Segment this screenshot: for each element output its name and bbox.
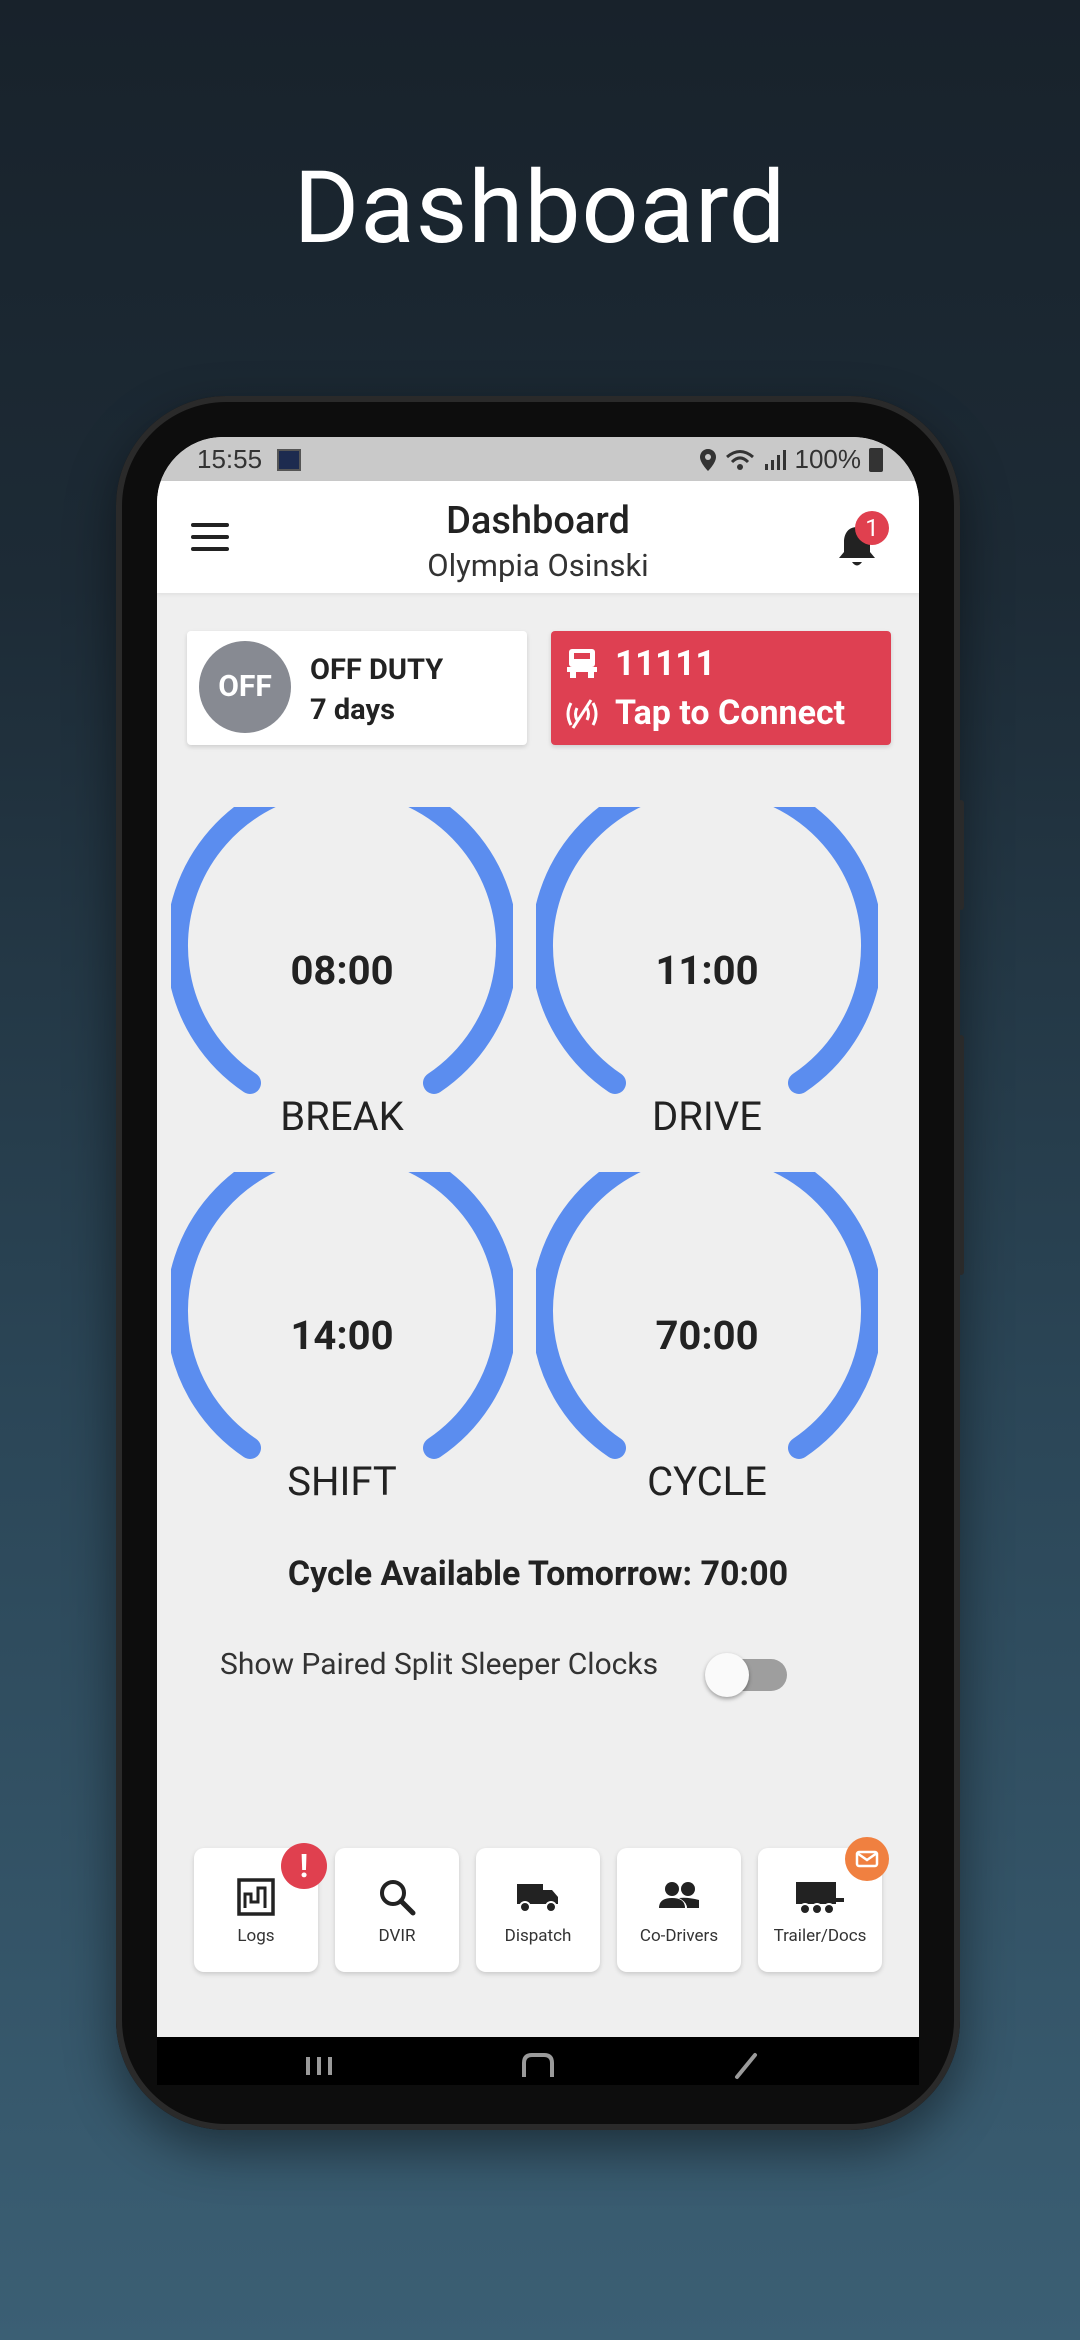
gauge-value: 11:00: [655, 947, 759, 994]
app-screen: 15:55 100% Dashboard Olympia Osinski 1 O…: [157, 437, 919, 2085]
driver-name: Olympia Osinski: [427, 547, 649, 584]
gauge-shift: 14:00 SHIFT: [171, 1172, 513, 1514]
gauge-break: 08:00 BREAK: [171, 807, 513, 1149]
duty-status-badge: OFF: [199, 641, 291, 733]
battery-icon: [869, 447, 883, 472]
recent-apps-icon[interactable]: [302, 2051, 338, 2081]
status-indicators: 100%: [699, 444, 883, 475]
logs-chart-icon: [237, 1878, 275, 1916]
split-sleeper-label: Show Paired Split Sleeper Clocks: [220, 1647, 659, 1682]
phone-power-button: [958, 800, 964, 910]
bluetooth-disconnected-icon: [566, 699, 598, 729]
signal-icon: [764, 449, 786, 470]
location-icon: [699, 448, 716, 471]
cycle-available-tomorrow: Cycle Available Tomorrow: 70:00: [287, 1554, 789, 1594]
gauge-cycle: 70:00 CYCLE: [536, 1172, 878, 1514]
gauge-value: 14:00: [290, 1312, 394, 1359]
gauge-label: SHIFT: [287, 1458, 397, 1505]
page-title: Dashboard: [446, 499, 630, 543]
mail-icon: [855, 1850, 879, 1868]
nav-label: Co-Drivers: [639, 1926, 719, 1946]
app-header: Dashboard Olympia Osinski 1: [157, 481, 919, 593]
status-time: 15:55: [197, 444, 263, 474]
app-notification-icon: [277, 449, 301, 471]
nav-label: Logs: [237, 1926, 275, 1946]
nav-dispatch[interactable]: Dispatch: [476, 1848, 600, 1972]
system-nav-bar: [157, 2037, 919, 2085]
nav-label: DVIR: [378, 1926, 416, 1946]
wifi-icon: [725, 449, 754, 470]
toggle-thumb: [705, 1653, 749, 1697]
nav-label: Dispatch: [504, 1926, 572, 1946]
gauge-value: 70:00: [655, 1312, 759, 1359]
vehicle-connect-card[interactable]: 11111 Tap to Connect: [551, 631, 891, 745]
gauge-label: BREAK: [280, 1093, 404, 1140]
tap-to-connect-label: Tap to Connect: [615, 693, 846, 733]
vehicle-id: 11111: [615, 643, 716, 684]
people-icon: [659, 1882, 699, 1908]
split-sleeper-toggle[interactable]: [705, 1653, 787, 1697]
battery-percent: 100%: [794, 444, 862, 474]
nav-dvir[interactable]: DVIR: [335, 1848, 459, 1972]
truck-icon: [567, 649, 597, 678]
trailer-icon: [796, 1882, 844, 1915]
search-icon: [380, 1880, 416, 1916]
status-bar: 15:55 100%: [157, 437, 919, 481]
duty-duration: 7 days: [310, 693, 395, 727]
duty-status-label: OFF DUTY: [310, 653, 444, 687]
home-icon[interactable]: [518, 2051, 558, 2081]
gauge-label: CYCLE: [647, 1458, 767, 1505]
phone-volume-button: [958, 1035, 964, 1275]
truck-icon: [517, 1884, 558, 1913]
gauge-value: 08:00: [290, 947, 394, 994]
duty-status-card[interactable]: OFF OFF DUTY 7 days: [187, 631, 527, 745]
nav-label: Trailer/Docs: [773, 1926, 867, 1946]
gauge-drive: 11:00 DRIVE: [536, 807, 878, 1149]
gauge-label: DRIVE: [652, 1093, 762, 1140]
logs-alert-badge: !: [281, 1843, 327, 1889]
trailer-docs-mail-badge: [845, 1837, 889, 1881]
promo-title: Dashboard: [293, 150, 787, 267]
nav-co-drivers[interactable]: Co-Drivers: [617, 1848, 741, 1972]
notification-badge: 1: [855, 511, 889, 545]
back-icon[interactable]: [729, 2051, 765, 2081]
